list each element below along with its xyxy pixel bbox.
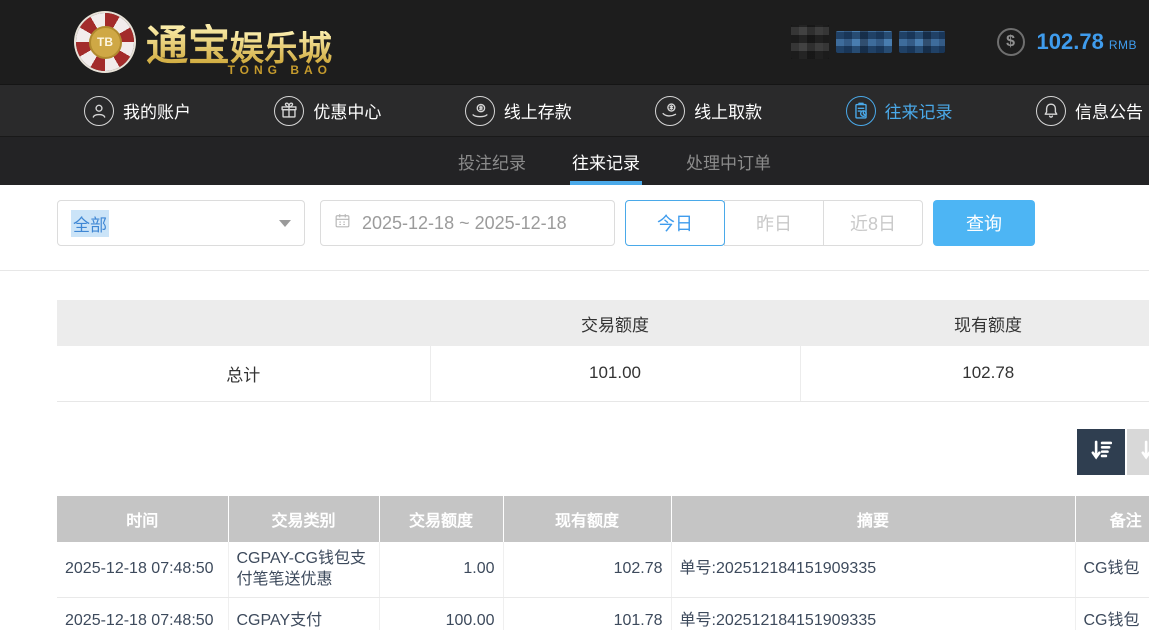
col-header-time: 时间 (57, 496, 228, 542)
withdraw-coin-icon (655, 96, 685, 126)
cell-type: CGPAY-CG钱包支付笔笔送优惠 (228, 542, 379, 598)
nav-item-transaction-records[interactable]: 往来记录 (846, 96, 953, 126)
dollar-icon: $ (997, 28, 1025, 56)
summary-total-label: 总计 (57, 346, 430, 401)
nav-item-promotions[interactable]: 优惠中心 (274, 96, 381, 126)
sub-nav: 投注纪录 往来记录 处理中订单 (0, 137, 1149, 185)
balance-display: $ 102.78 RMB (997, 28, 1139, 56)
query-button[interactable]: 查询 (933, 200, 1035, 246)
summary-total-row: 总计 101.00 102.78 (57, 346, 1149, 401)
chevron-down-icon (279, 220, 291, 227)
sort-descending-icon (1088, 437, 1114, 466)
tab-pending-orders[interactable]: 处理中订单 (684, 137, 773, 185)
main-nav: 我的账户 优惠中心 线上存款 线上取款 往来记录 信息公告 (0, 85, 1149, 137)
balance-amount: 102.78 (1037, 29, 1104, 55)
records-table: 时间 交易类别 交易额度 现有额度 摘要 备注 2025-12-18 07:48… (57, 496, 1149, 630)
username-redacted (836, 31, 892, 53)
gift-icon (274, 96, 304, 126)
cell-summary: 单号:202512184151909335 (671, 597, 1075, 630)
cell-summary: 单号:202512184151909335 (671, 542, 1075, 598)
type-select-value: 全部 (71, 210, 109, 237)
deposit-coin-icon (465, 96, 495, 126)
today-button[interactable]: 今日 (625, 200, 725, 246)
quick-date-group: 今日 昨日 近8日 (625, 200, 923, 246)
cell-time: 2025-12-18 07:48:50 (57, 597, 228, 630)
table-row: 2025-12-18 07:48:50 CGPAY支付 100.00 101.7… (57, 597, 1149, 630)
username-redacted-2 (899, 31, 945, 53)
sort-descending-button[interactable] (1077, 429, 1125, 475)
tab-betting-records[interactable]: 投注纪录 (456, 137, 528, 185)
col-header-balance: 现有额度 (503, 496, 671, 542)
date-range-input[interactable]: 2025-12-18 ~ 2025-12-18 (320, 200, 615, 246)
bell-icon (1036, 96, 1066, 126)
brand-name-en: TONG BAO (228, 63, 332, 77)
nav-item-deposit[interactable]: 线上存款 (465, 96, 572, 126)
sort-ascending-icon (1138, 437, 1149, 466)
cell-time: 2025-12-18 07:48:50 (57, 542, 228, 598)
summary-current-amount: 102.78 (800, 346, 1149, 401)
section-divider (0, 270, 1149, 271)
records-clipboard-icon (846, 96, 876, 126)
brand-chip-logo: TB (76, 13, 134, 71)
records-header-row: 时间 交易类别 交易额度 现有额度 摘要 备注 (57, 496, 1149, 542)
col-header-note: 备注 (1075, 496, 1149, 542)
calendar-icon (333, 211, 352, 235)
type-select[interactable]: 全部 (57, 200, 305, 246)
sort-ascending-button[interactable] (1127, 429, 1149, 475)
summary-header-current-amount: 现有额度 (800, 300, 1149, 346)
filter-bar: 全部 2025-12-18 ~ 2025-12-18 今日 昨日 近8日 查询 (57, 200, 1149, 246)
nav-item-my-account[interactable]: 我的账户 (84, 96, 191, 126)
balance-currency: RMB (1109, 38, 1137, 52)
last-8-days-button[interactable]: 近8日 (823, 200, 923, 246)
user-account-area[interactable] (791, 25, 945, 59)
summary-trade-amount: 101.00 (430, 346, 800, 401)
summary-header-empty (57, 300, 430, 346)
nav-item-withdraw[interactable]: 线上取款 (655, 96, 762, 126)
user-icon (84, 96, 114, 126)
brand-chip-label: TB (89, 26, 122, 59)
top-header: TB 通宝娱乐城 TONG BAO $ 102.78 RMB (0, 0, 1149, 85)
tab-transaction-records[interactable]: 往来记录 (570, 137, 642, 185)
col-header-summary: 摘要 (671, 496, 1075, 542)
nav-item-announcements[interactable]: 信息公告 (1036, 96, 1143, 126)
yesterday-button[interactable]: 昨日 (724, 200, 824, 246)
summary-header-trade-amount: 交易额度 (430, 300, 800, 346)
summary-table: 交易额度 现有额度 总计 101.00 102.78 (57, 300, 1149, 402)
sort-controls (0, 429, 1149, 475)
cell-note: CG钱包 (1075, 597, 1149, 630)
col-header-amount: 交易额度 (379, 496, 503, 542)
brand-logo: 通宝娱乐城 TONG BAO (146, 12, 332, 73)
user-avatar-redacted (791, 25, 829, 59)
date-range-value: 2025-12-18 ~ 2025-12-18 (362, 213, 567, 234)
cell-amount: 1.00 (379, 542, 503, 598)
cell-type: CGPAY支付 (228, 597, 379, 630)
table-row: 2025-12-18 07:48:50 CGPAY-CG钱包支付笔笔送优惠 1.… (57, 542, 1149, 598)
cell-note: CG钱包 (1075, 542, 1149, 598)
cell-balance: 102.78 (503, 542, 671, 598)
cell-balance: 101.78 (503, 597, 671, 630)
cell-amount: 100.00 (379, 597, 503, 630)
col-header-type: 交易类别 (228, 496, 379, 542)
brand-name-cn: 通宝 (146, 24, 230, 70)
